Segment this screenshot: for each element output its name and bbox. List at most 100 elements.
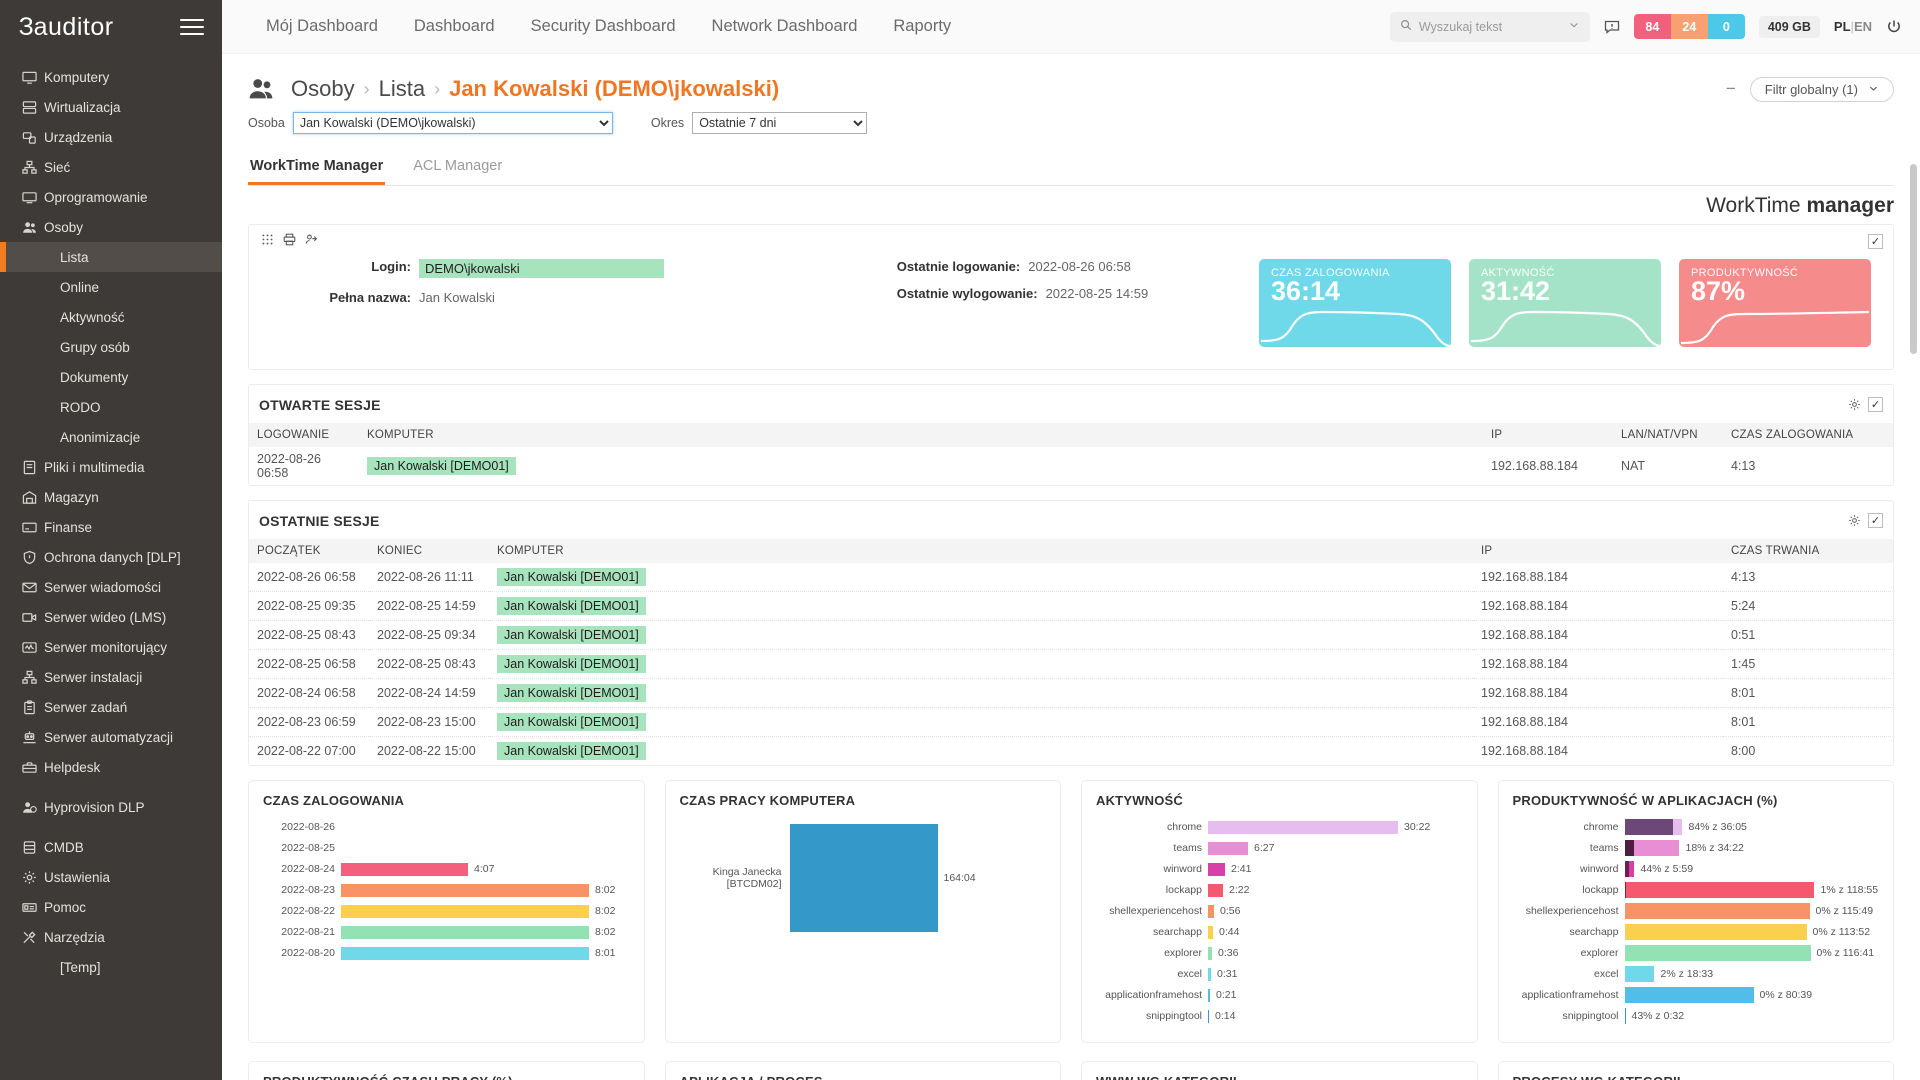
notification-icon[interactable] [1604,19,1620,35]
bar-row: 2022-08-25 [263,839,630,857]
bar-track: 2:41 [1208,863,1463,876]
bar-label: lockapp [1513,884,1625,896]
sidebar-item-urzadzenia[interactable]: Urządzenia [0,122,222,152]
badge-info[interactable]: 0 [1708,14,1745,39]
sidebar-item-anonimizacje[interactable]: Anonimizacje [0,422,222,452]
sidebar-item-serwer-wiadomosci[interactable]: Serwer wiadomości [0,572,222,602]
sidebar-label: Ochrona danych [DLP] [44,550,181,565]
lang-en[interactable]: EN [1854,19,1872,34]
lang-pl[interactable]: PL [1834,19,1851,34]
sidebar-item-magazyn[interactable]: Magazyn [0,482,222,512]
video-icon [22,610,44,625]
bar-value: 8:02 [589,926,615,938]
table-row[interactable]: 2022-08-26 06:58 Jan Kowalski [DEMO01] 1… [249,447,1893,485]
scrollbar[interactable] [1909,54,1918,1080]
sidebar-item-narzedzia[interactable]: Narzędzia [0,922,222,952]
person-select[interactable]: Jan Kowalski (DEMO\jkowalski) [293,112,613,134]
topnav-moj-dashboard[interactable]: Mój Dashboard [248,17,396,36]
sidebar-item-hyprovision-dlp[interactable]: Hyprovision DLP [0,792,222,822]
user-export-icon[interactable] [305,233,318,249]
language-switcher[interactable]: PL|EN [1834,19,1872,34]
sidebar-item-serwer-zadan[interactable]: Serwer zadań [0,692,222,722]
sidebar-item-ustawienia[interactable]: Ustawienia [0,862,222,892]
last-sessions-card: OSTATNIE SESJE ✓ POCZĄTEK KONIEC KOMPUTE… [248,500,1894,766]
topnav-security-dashboard[interactable]: Security Dashboard [513,17,694,36]
tab-worktime-manager[interactable]: WorkTime Manager [248,158,385,185]
sidebar-item-komputery[interactable]: Komputery [0,62,222,92]
tab-bar: WorkTime Manager ACL Manager [248,144,1894,186]
sidebar-item-lista[interactable]: Lista [0,242,222,272]
computer-chip: Jan Kowalski [DEMO01] [497,597,646,615]
bar-track: 2% z 18:33 [1625,966,1880,982]
tab-acl-manager[interactable]: ACL Manager [411,158,504,185]
topnav-dashboard[interactable]: Dashboard [396,17,513,36]
table-row[interactable]: 2022-08-24 06:582022-08-24 14:59Jan Kowa… [249,679,1893,708]
topnav-raporty[interactable]: Raporty [875,17,969,36]
hamburger-icon[interactable] [180,14,204,40]
table-row[interactable]: 2022-08-25 08:432022-08-25 09:34Jan Kowa… [249,621,1893,650]
bar-label: snippingtool [1513,1010,1625,1022]
cell-poczatek: 2022-08-23 06:59 [249,708,369,737]
collapse-icon[interactable]: − [1726,79,1736,99]
sidebar-item-oprogramowanie[interactable]: Oprogramowanie [0,182,222,212]
sidebar-item-online[interactable]: Online [0,272,222,302]
bar-value: 8:02 [589,884,615,896]
bar [1208,884,1223,897]
table-row[interactable]: 2022-08-25 06:582022-08-25 08:43Jan Kowa… [249,650,1893,679]
sidebar-item-wirtualizacja[interactable]: Wirtualizacja [0,92,222,122]
sidebar-item-pomoc[interactable]: Pomoc [0,892,222,922]
gear-icon[interactable] [1848,514,1861,527]
scrollbar-thumb[interactable] [1910,164,1917,354]
search-input[interactable]: Wyszukaj tekst [1390,12,1590,42]
sidebar-item-cmdb[interactable]: CMDB [0,832,222,862]
sidebar-item-serwer-instalacji[interactable]: Serwer instalacji [0,662,222,692]
sidebar-item-aktywnosc[interactable]: Aktywność [0,302,222,332]
chevron-down-icon[interactable] [1568,19,1580,34]
power-icon[interactable] [1886,19,1902,35]
sidebar-item-siec[interactable]: Sieć [0,152,222,182]
sidebar-item-helpdesk[interactable]: Helpdesk [0,752,222,782]
sidebar-item-dokumenty[interactable]: Dokumenty [0,362,222,392]
global-filter-button[interactable]: Filtr globalny (1) [1750,77,1894,102]
sidebar-item-serwer-automatyzacji[interactable]: Serwer automatyzacji [0,722,222,752]
sidebar-item-pliki-i-multimedia[interactable]: Pliki i multimedia [0,452,222,482]
grid-view-icon[interactable] [261,233,274,249]
table-row[interactable]: 2022-08-26 06:582022-08-26 11:11Jan Kowa… [249,563,1893,592]
sidebar-item-serwer-wideo-lms[interactable]: Serwer wideo (LMS) [0,602,222,632]
last-logout-label: Ostatnie wylogowanie: [897,286,1046,301]
col-lan-nat-vpn: LAN/NAT/VPN [1613,423,1723,447]
card-checkbox[interactable]: ✓ [1868,513,1883,528]
gear-icon[interactable] [1848,398,1861,411]
sidebar-brand[interactable]: Ɛauditor [0,0,222,54]
bar-row: teams18% z 34:22 [1513,839,1880,857]
bar-value: 0:44 [1213,926,1239,938]
table-row[interactable]: 2022-08-23 06:592022-08-23 15:00Jan Kowa… [249,708,1893,737]
sidebar-item-grupy-osob[interactable]: Grupy osób [0,332,222,362]
global-filter-label: Filtr globalny (1) [1765,82,1858,97]
sidebar-label: Helpdesk [44,760,100,775]
card-checkbox[interactable]: ✓ [1868,234,1883,249]
breadcrumb-root[interactable]: Osoby [291,76,355,102]
badge-critical[interactable]: 84 [1634,14,1671,39]
chart-card-3: PRODUKTYWNOŚĆ W APLIKACJACH (%)chrome84%… [1498,780,1895,1043]
bar-track: 8:02 [341,905,630,918]
card-checkbox[interactable]: ✓ [1868,397,1883,412]
table-row[interactable]: 2022-08-25 09:352022-08-25 14:59Jan Kowa… [249,592,1893,621]
sidebar-item-osoby[interactable]: Osoby [0,212,222,242]
breadcrumb-level2[interactable]: Lista [379,76,425,102]
period-select[interactable]: Ostatnie 7 dni [692,112,867,134]
table-row[interactable]: 2022-08-22 07:002022-08-22 15:00Jan Kowa… [249,737,1893,766]
topnav-network-dashboard[interactable]: Network Dashboard [694,17,876,36]
print-icon[interactable] [283,233,296,249]
sidebar-item-temp[interactable]: [Temp] [0,952,222,982]
bar-value: 84% z 36:05 [1683,821,1747,833]
sidebar-item-ochrona-danych-dlp[interactable]: Ochrona danych [DLP] [0,542,222,572]
chart-title: PROCESY WG KATEGORII [1513,1074,1880,1080]
cell-komputer: Jan Kowalski [DEMO01] [489,621,1473,650]
sidebar-item-rodo[interactable]: RODO [0,392,222,422]
chart-title: CZAS ZALOGOWANIA [263,793,630,808]
bar-value: 0:14 [1209,1010,1235,1022]
sidebar-item-serwer-monitorujacy[interactable]: Serwer monitorujący [0,632,222,662]
sidebar-item-finanse[interactable]: Finanse [0,512,222,542]
badge-warning[interactable]: 24 [1671,14,1708,39]
